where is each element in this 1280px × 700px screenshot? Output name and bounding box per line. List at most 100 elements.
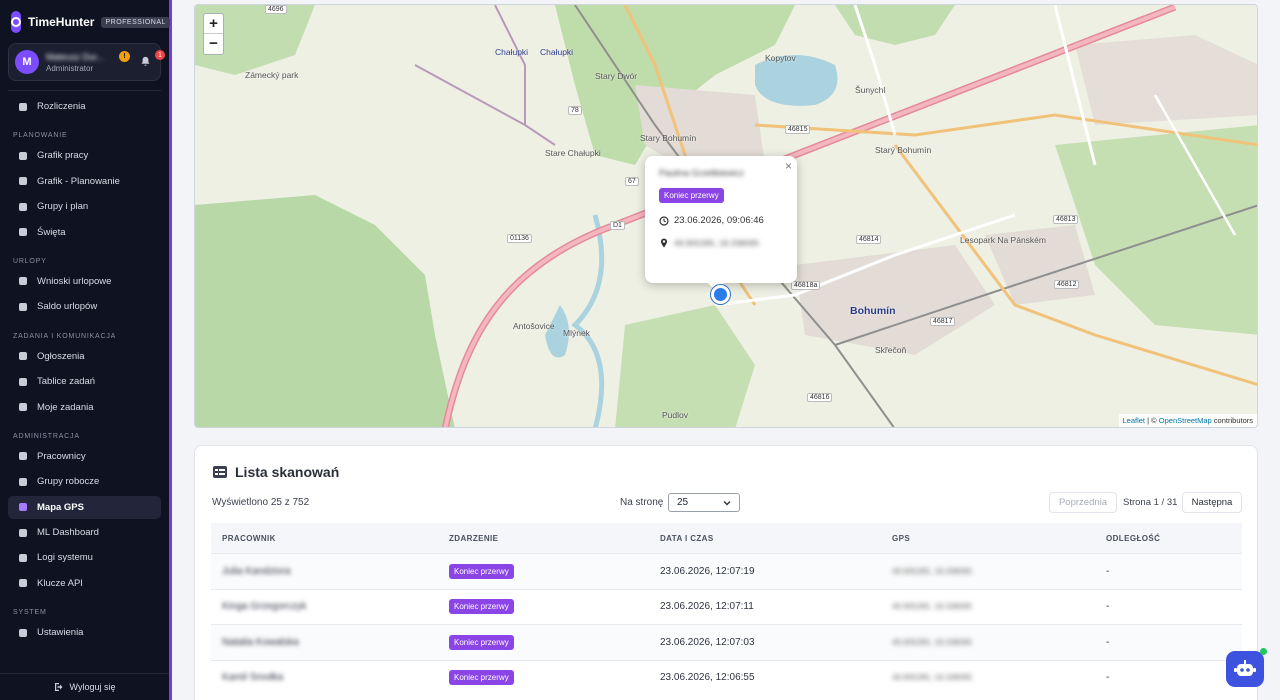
gps-map[interactable]: Chałupki Chałupki Zámecký park Stary Dwór St… [194, 4, 1258, 428]
gear-icon [18, 628, 28, 638]
map-popup: × Paulina Grzelikiewicz Koniec przerwy 2… [645, 156, 797, 291]
col-distance[interactable]: ODLEGŁOŚĆ [1095, 534, 1242, 543]
document-balance-icon [18, 302, 28, 312]
table-row[interactable]: Kinga Grzegorczyk Koniec przerwy 23.06.202… [211, 588, 1242, 625]
sidebar-item-grupy-robocze[interactable]: Grupy robocze [8, 470, 161, 493]
clock-logo-icon [11, 11, 21, 33]
zoom-control: + − [203, 13, 224, 55]
sidebar-item-pracownicy[interactable]: Pracownicy [8, 445, 161, 468]
map-place-label: Bohumín [850, 305, 896, 317]
next-page-button[interactable]: Następna [1182, 492, 1242, 513]
employee-name: Kinga Grzegorczyk [222, 601, 307, 613]
sidebar-item-grafik-planowanie[interactable]: Grafik - Planowanie [8, 170, 161, 193]
sidebar-item-label: Ogłoszenia [37, 350, 85, 362]
table-row[interactable]: Natalia Kowalska Koniec przerwy 23.06.2026… [211, 624, 1242, 660]
key-icon [18, 578, 28, 588]
warning-badge[interactable]: ! [119, 51, 130, 62]
map-place-label: Zámecký park [245, 70, 299, 80]
sidebar-item-mapa-gps[interactable]: Mapa GPS [8, 495, 161, 519]
robot-icon [1234, 660, 1256, 676]
zoom-in-button[interactable]: + [204, 14, 223, 34]
wallet-icon [18, 102, 28, 112]
user-card[interactable]: M Mateusz Dur... Administrator ! 1 [8, 43, 165, 81]
main-nav: Rozliczenia PLANOWANIE Grafik pracy Grafik … [0, 90, 169, 647]
sidebar-item-label: ML Dashboard [37, 527, 99, 539]
chatbot-button[interactable] [1226, 648, 1267, 687]
employee-name: Kamil Smołka [222, 672, 284, 684]
table-row[interactable]: Kamil Smołka Koniec przerwy 23.06.2026, 12… [211, 659, 1242, 696]
sidebar-item-wnioski-urlopowe[interactable]: Wnioski urlopowe [8, 270, 161, 293]
map-place-label: Antošovice [513, 321, 555, 331]
sidebar-item-ml-dashboard[interactable]: ML Dashboard [8, 521, 161, 544]
zoom-out-button[interactable]: − [204, 34, 223, 54]
road-number-label: 46814 [856, 235, 882, 244]
sidebar-item-tablice-zadań[interactable]: Tablice zadań [8, 370, 161, 393]
employee-name: Natalia Kowalska [222, 636, 299, 648]
user-role: Administrator [46, 63, 94, 73]
sidebar-item-klucze-api[interactable]: Klucze API [8, 572, 161, 595]
sidebar-item-ustawienia[interactable]: Ustawienia [8, 621, 161, 644]
col-datetime[interactable]: DATA I CZAS [650, 534, 880, 543]
per-page-select[interactable]: 25 [668, 493, 740, 512]
board-icon [18, 377, 28, 387]
table-header: PRACOWNIK ZDARZENIE DATA I CZAS GPS ODLE… [211, 523, 1242, 553]
sidebar-item-saldo-urlopów[interactable]: Saldo urlopów [8, 295, 161, 318]
nav-section-title: ZADANIA I KOMUNIKACJA [13, 332, 117, 340]
gps-coordinates: 49.905285, 18.338095 [892, 602, 973, 612]
logout-button[interactable]: Wyloguj się [0, 673, 169, 692]
sidebar-item-moje-zadania[interactable]: Moje zadania [8, 396, 161, 419]
scan-datetime: 23.06.2026, 12:07:11 [660, 601, 754, 613]
brand[interactable]: TimeHunter PROFESSIONAL [0, 0, 170, 41]
table-row[interactable]: Julia Kandziora Koniec przerwy 23.06.2026,… [211, 553, 1242, 589]
road-number-label: D1 [610, 221, 625, 230]
check-circle-icon [18, 402, 28, 412]
sidebar-item-label: Grupy robocze [37, 476, 100, 488]
sidebar-item-logi-systemu[interactable]: Logi systemu [8, 546, 161, 569]
sidebar-item-label: Moje zadania [37, 401, 94, 413]
gps-coordinates: 49.905285, 18.338095 [892, 673, 973, 683]
sidebar-item-label: Tablice zadań [37, 376, 96, 388]
table-body: Julia Kandziora Koniec przerwy 23.06.2026,… [211, 553, 1242, 695]
road-number-label: 46818a [791, 281, 821, 290]
map-place-label: Stary Dwór [595, 71, 638, 81]
sidebar-item-grafik-pracy[interactable]: Grafik pracy [8, 144, 161, 167]
map-place-label: Lesopark Na Pánském [960, 235, 1046, 245]
popup-datetime: 23.06.2026, 09:06:46 [674, 215, 764, 226]
sidebar-item-rozliczenia[interactable]: Rozliczenia [8, 95, 161, 118]
document-icon [18, 276, 28, 286]
col-event[interactable]: ZDARZENIE [439, 534, 650, 543]
nav-section-title: SYSTEM [13, 609, 47, 617]
list-icon [213, 466, 227, 478]
map-attribution: Leaflet | © OpenStreetMap contributors [1118, 414, 1257, 427]
map-pin-icon [18, 502, 28, 512]
leaflet-link[interactable]: Leaflet [1123, 416, 1146, 425]
sidebar-item-ogłoszenia[interactable]: Ogłoszenia [8, 345, 161, 368]
sidebar-item-label: Grafik pracy [37, 150, 89, 162]
calendar-day-icon [18, 227, 28, 237]
col-gps[interactable]: GPS [880, 534, 1095, 543]
road-number-label: 46815 [785, 125, 811, 134]
prev-page-button[interactable]: Poprzednia [1049, 492, 1117, 513]
sidebar-item-label: Saldo urlopów [37, 301, 98, 313]
sidebar-item-grupy-i-plan[interactable]: Grupy i plan [8, 195, 161, 218]
popup-close-button[interactable]: × [785, 159, 792, 173]
calendar-edit-icon [18, 176, 28, 186]
bell-icon[interactable] [140, 56, 151, 67]
gps-coordinates: 49.905285, 18.338095 [892, 637, 973, 647]
chip-icon [18, 528, 28, 538]
log-icon [18, 553, 28, 563]
col-employee[interactable]: PRACOWNIK [211, 534, 439, 543]
calendar-icon [18, 151, 28, 161]
sidebar-item-święta[interactable]: Święta [8, 221, 161, 244]
osm-link[interactable]: OpenStreetMap [1159, 416, 1212, 425]
plan-badge: PROFESSIONAL [101, 16, 170, 28]
road-number-label: 78 [568, 106, 582, 115]
sidebar-item-label: Święta [37, 226, 66, 238]
brand-name: TimeHunter [28, 15, 95, 29]
sidebar-item-label: Grupy i plan [37, 201, 89, 213]
attribution-contributors: contributors [1211, 416, 1253, 425]
location-marker[interactable] [711, 285, 730, 304]
map-place-label: Stary Bohumín [640, 133, 697, 143]
nav-section-title: ADMINISTRACJA [13, 432, 80, 440]
nav-section-title: PLANOWANIE [13, 132, 68, 140]
